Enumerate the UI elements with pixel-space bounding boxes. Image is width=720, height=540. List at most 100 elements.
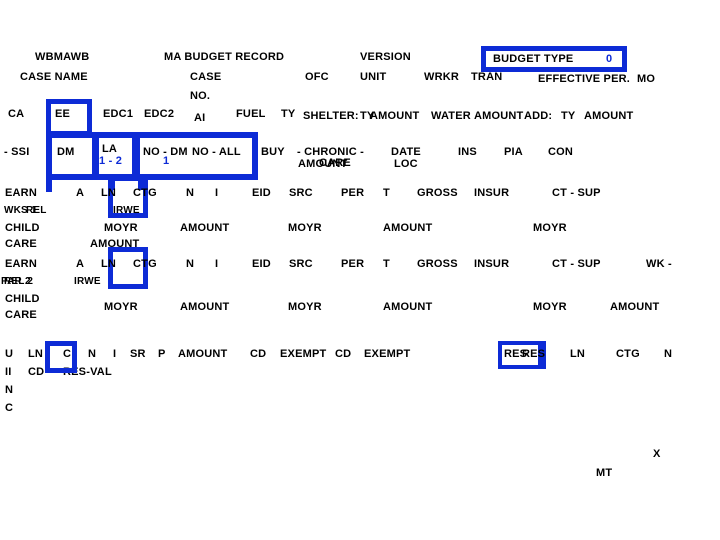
- earn2-eid-label: EID: [252, 258, 271, 270]
- version-label: VERSION: [360, 51, 411, 63]
- unc-amount-label: AMOUNT: [178, 348, 228, 360]
- earn2-amount1-label: AMOUNT: [180, 301, 230, 313]
- la-label: LA: [102, 143, 118, 155]
- footer-mt-label: MT: [596, 467, 613, 479]
- date-label: DATE: [391, 146, 421, 158]
- unc-c2-label: C: [63, 348, 72, 360]
- loc-label: LOC: [394, 158, 418, 170]
- ca-label: CA: [8, 108, 25, 120]
- earn1-i-label: I: [215, 187, 219, 199]
- unc-cd3-label: CD: [335, 348, 352, 360]
- earn2-wk-label: WK -: [646, 258, 672, 270]
- footer-x-label: X: [653, 448, 661, 460]
- earn2-par2-label: PAR 2: [1, 276, 31, 287]
- earn2-child-label: CHILD: [5, 293, 40, 305]
- earn1-child-label: CHILD: [5, 222, 40, 234]
- earn1-t-label: T: [383, 187, 390, 199]
- earn1-care-label: CARE: [5, 238, 37, 250]
- effective-per-label: EFFECTIVE PER.: [538, 73, 631, 85]
- earn1-a-label: A: [76, 187, 85, 199]
- earn2-ln-label: LN: [101, 258, 117, 270]
- unc-sr-label: SR: [130, 348, 146, 360]
- earn2-amount2-label: AMOUNT: [383, 301, 433, 313]
- wbmawb-label: WBMAWB: [35, 51, 90, 63]
- edc1-label: EDC1: [103, 108, 134, 120]
- earn1-ctg-label: CTG: [133, 187, 157, 199]
- unc-ii-label: II: [5, 366, 12, 378]
- add-ty-label: TY: [561, 110, 576, 122]
- add-amount-label: AMOUNT: [584, 110, 634, 122]
- mo-label: MO: [637, 73, 656, 85]
- earn1-moyr3-label: MOYR: [533, 222, 567, 234]
- earn1-eid-label: EID: [252, 187, 271, 199]
- ty-label: TY: [281, 108, 296, 120]
- budget-type-label: BUDGET TYPE: [493, 53, 574, 65]
- earn2-ct-sup-label: CT - SUP: [552, 258, 601, 270]
- ins-label: INS: [458, 146, 477, 158]
- earn2-insur-label: INSUR: [474, 258, 510, 270]
- tran-label: TRAN: [471, 71, 503, 83]
- unc-n3-label: N: [664, 348, 673, 360]
- earn2-gross-label: GROSS: [417, 258, 458, 270]
- ofc-label: OFC: [305, 71, 329, 83]
- no-dm-value: 1: [163, 155, 170, 167]
- earn2-per-label: PER: [341, 258, 365, 270]
- earn2-irwe-label: IRWE: [74, 276, 101, 287]
- unc-res-overlap-label: RES: [522, 348, 546, 360]
- unc-p-label: P: [158, 348, 166, 360]
- shelter-amount-label: AMOUNT: [370, 110, 420, 122]
- earn1-moyr2-label: MOYR: [288, 222, 322, 234]
- earn1-insur-label: INSUR: [474, 187, 510, 199]
- earn1-amount2-label: AMOUNT: [383, 222, 433, 234]
- earn1-label: EARN: [5, 187, 37, 199]
- pia-label: PIA: [504, 146, 523, 158]
- earn2-label: EARN: [5, 258, 37, 270]
- unc-c-box[interactable]: [45, 341, 77, 373]
- buy-label: BUY: [261, 146, 285, 158]
- ai-label: AI: [194, 112, 206, 124]
- unc-u-label: U: [5, 348, 14, 360]
- la-range-value: 1 - 2: [99, 155, 123, 167]
- chronic-amount-label: AMOUNT: [298, 158, 348, 170]
- earn2-n-label: N: [186, 258, 195, 270]
- earn1-irwe-label: IRWE: [113, 205, 140, 216]
- shelter-label: SHELTER:: [303, 110, 359, 122]
- earn2-ctg-label: CTG: [133, 258, 157, 270]
- unc-exempt-label: EXEMPT: [280, 348, 327, 360]
- water-label: WATER: [431, 110, 471, 122]
- earn1-gross-label: GROSS: [417, 187, 458, 199]
- unc-exempt2-label: EXEMPT: [364, 348, 411, 360]
- earn2-src-label: SRC: [289, 258, 313, 270]
- earn1-ct-sup-label: CT - SUP: [552, 187, 601, 199]
- earn1-moyr1-label: MOYR: [104, 222, 138, 234]
- case-label: CASE: [190, 71, 222, 83]
- unc-n2-label: N: [88, 348, 97, 360]
- edc2-label: EDC2: [144, 108, 175, 120]
- budget-type-value: 0: [606, 53, 613, 65]
- earn2-t-label: T: [383, 258, 390, 270]
- unc-cd2-label: CD: [250, 348, 267, 360]
- wrkr-label: WRKR: [424, 71, 460, 83]
- earn2-amount3-label: AMOUNT: [610, 301, 660, 313]
- earn1-rel-label: REL: [26, 205, 47, 216]
- unc-cd-label: CD: [28, 366, 45, 378]
- unit-label: UNIT: [360, 71, 387, 83]
- fuel-label: FUEL: [236, 108, 266, 120]
- unc-n-label: N: [5, 384, 14, 396]
- earn2-i-label: I: [215, 258, 219, 270]
- earn2-moyr3-label: MOYR: [533, 301, 567, 313]
- no-all-label: NO - ALL: [192, 146, 241, 158]
- case-no-label: NO.: [190, 90, 211, 102]
- earn2-moyr2-label: MOYR: [288, 301, 322, 313]
- unc-c-label: C: [5, 402, 14, 414]
- unc-ln-label: LN: [28, 348, 44, 360]
- earn1-src-label: SRC: [289, 187, 313, 199]
- case-name-label: CASE NAME: [20, 71, 88, 83]
- water-amount-label: AMOUNT: [474, 110, 524, 122]
- record-title: MA BUDGET RECORD: [164, 51, 285, 63]
- unc-i-label: I: [113, 348, 117, 360]
- earn1-n-label: N: [186, 187, 195, 199]
- earn1-per-label: PER: [341, 187, 365, 199]
- earn1-amount1-label: AMOUNT: [180, 222, 230, 234]
- earn2-a-label: A: [76, 258, 85, 270]
